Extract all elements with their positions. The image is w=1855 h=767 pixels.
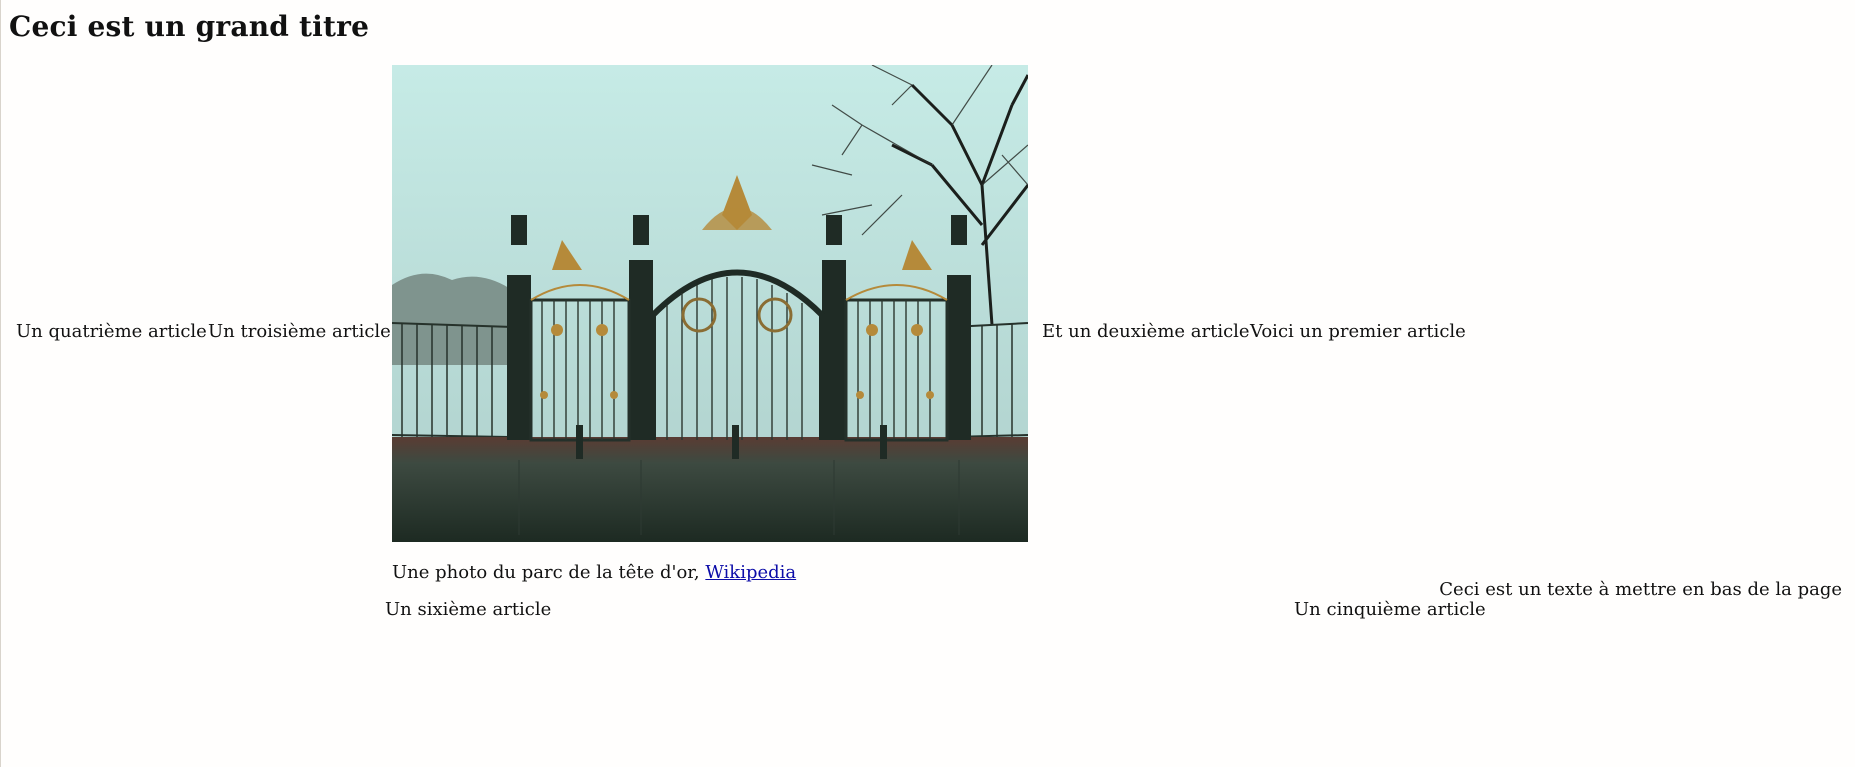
article-first: Voici un premier article	[1250, 321, 1466, 342]
article-sixth: Un sixième article	[385, 599, 552, 620]
page-edge-divider	[0, 0, 1, 767]
photo-caption: Une photo du parc de la tête d'or, Wikip…	[392, 562, 796, 583]
article-second: Et un deuxième article	[1042, 321, 1250, 342]
park-gate-photo	[392, 65, 1028, 542]
page: Ceci est un grand titre Un quatrième art…	[0, 0, 1855, 767]
article-fourth: Un quatrième article	[16, 321, 207, 342]
article-third: Un troisième article	[208, 321, 391, 342]
page-title: Ceci est un grand titre	[9, 10, 370, 43]
article-fifth: Un cinquième article	[1294, 599, 1486, 620]
bottom-page-text: Ceci est un texte à mettre en bas de la …	[1439, 579, 1842, 600]
photo-caption-text: Une photo du parc de la tête d'or,	[392, 562, 706, 583]
wikipedia-link[interactable]: Wikipedia	[705, 562, 796, 583]
